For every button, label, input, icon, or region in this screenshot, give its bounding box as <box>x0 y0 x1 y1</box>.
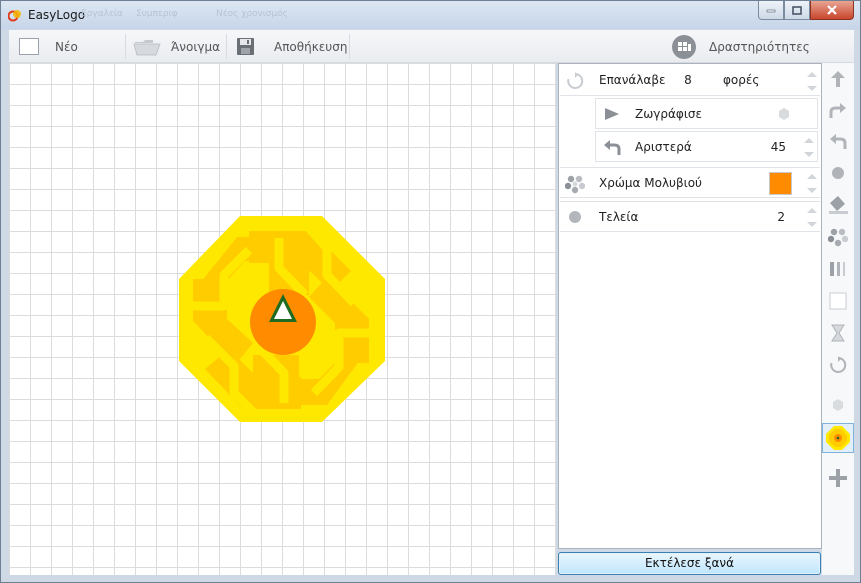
turn-right-command[interactable] <box>822 96 854 126</box>
hexagon-icon <box>833 399 843 411</box>
program-panel: Επανάλαβε 8 φορές Ζωγράφισε Αριστερά 45 <box>558 63 822 549</box>
play-icon <box>605 108 619 120</box>
dot-label: Τελεία <box>599 210 639 224</box>
procedure-command[interactable] <box>822 390 854 420</box>
pen-color-stepper[interactable] <box>807 170 817 196</box>
hourglass-icon <box>831 324 845 342</box>
repeat-suffix: φορές <box>723 73 760 87</box>
ghost-menu-item: Νέος χρονισμός <box>216 9 288 19</box>
arrow-up-icon <box>831 71 845 87</box>
turtle-drawing <box>179 216 385 422</box>
new-label: Νέο <box>55 39 78 54</box>
pen-color-swatch[interactable] <box>769 172 792 195</box>
status-bar <box>9 576 854 582</box>
repeat-command[interactable] <box>822 350 854 380</box>
pen-width-icon <box>830 262 845 276</box>
maximize-button[interactable] <box>784 1 810 20</box>
undo-icon <box>830 134 847 149</box>
dot-size-stepper[interactable] <box>807 204 817 230</box>
easylogo-app-icon <box>8 10 21 22</box>
run-again-button[interactable]: Εκτέλεσε ξανά <box>558 552 821 575</box>
left-turn-block[interactable]: Αριστερά 45 <box>595 131 818 162</box>
app-window: EasyLogo Εργαλεία Συμπεριφ Νέος χρονισμό… <box>0 0 861 583</box>
draw-block[interactable]: Ζωγράφισε <box>595 98 818 129</box>
save-button[interactable]: Αποθήκευση <box>236 30 347 63</box>
flower-procedure[interactable] <box>822 423 854 453</box>
activities-label: Δραστηριότητες <box>709 39 810 54</box>
blank-icon <box>829 292 847 310</box>
hexagon-icon <box>779 108 789 120</box>
close-button[interactable] <box>810 1 854 20</box>
left-angle-stepper[interactable] <box>804 134 814 160</box>
fill-command[interactable] <box>822 190 854 220</box>
turn-left-icon <box>604 140 621 155</box>
dot-icon <box>832 167 844 179</box>
toolbar-divider <box>226 34 227 59</box>
pen-color-block[interactable]: Χρώμα Μολυβιού <box>560 167 820 198</box>
window-title: EasyLogo <box>28 8 86 22</box>
maximize-icon <box>792 5 802 15</box>
dot-block[interactable]: Τελεία 2 <box>560 201 820 232</box>
pen-color-command[interactable] <box>822 222 854 252</box>
pen-width-command[interactable] <box>822 254 854 284</box>
repeat-stepper[interactable] <box>807 68 817 94</box>
repeat-icon <box>567 72 584 89</box>
repeat-count-field[interactable]: 8 <box>678 73 698 87</box>
toolbar-divider <box>349 34 350 59</box>
pen-color-label: Χρώμα Μολυβιού <box>599 176 702 190</box>
command-palette <box>822 63 854 575</box>
wait-command[interactable] <box>822 318 854 348</box>
minimize-button[interactable] <box>758 1 784 20</box>
dot-size-field[interactable]: 2 <box>760 210 785 224</box>
plus-icon <box>829 469 847 487</box>
open-label: Άνοιγμα <box>171 39 221 54</box>
folder-icon <box>133 39 161 55</box>
window-controls <box>758 1 854 21</box>
floppy-disk-icon <box>237 38 254 55</box>
colors-icon <box>565 175 585 194</box>
draw-label: Ζωγράφισε <box>635 107 702 121</box>
save-label: Αποθήκευση <box>274 39 348 54</box>
minimize-icon <box>766 9 776 13</box>
add-procedure-button[interactable] <box>822 463 854 493</box>
redo-icon <box>829 103 846 118</box>
dot-icon <box>569 211 581 223</box>
activities-icon <box>672 34 696 59</box>
turn-left-command[interactable] <box>822 127 854 157</box>
repeat-icon <box>830 356 847 373</box>
forward-command[interactable] <box>822 64 854 94</box>
ghost-menu-item: Εργαλεία <box>81 9 123 19</box>
colors-icon <box>828 228 848 247</box>
toolbar: Νέο Άνοιγμα Αποθήκευση Δραστηριότητες <box>9 30 854 63</box>
activities-button[interactable]: Δραστηριότητες <box>671 30 810 63</box>
flower-icon <box>826 426 850 450</box>
new-document-icon <box>19 38 39 55</box>
new-button[interactable]: Νέο <box>19 30 78 63</box>
ghost-menu-item: Συμπεριφ <box>136 9 178 19</box>
fill-icon <box>829 196 848 214</box>
left-label: Αριστερά <box>635 140 692 154</box>
dot-command[interactable] <box>822 158 854 188</box>
toolbar-divider <box>125 34 126 59</box>
drawing-canvas[interactable] <box>9 63 556 575</box>
title-bar: EasyLogo Εργαλεία Συμπεριφ Νέος χρονισμό… <box>1 1 860 29</box>
left-angle-field[interactable]: 45 <box>756 140 786 154</box>
open-button[interactable]: Άνοιγμα <box>133 30 220 63</box>
close-icon <box>827 5 837 15</box>
blank-command[interactable] <box>822 286 854 316</box>
repeat-label: Επανάλαβε <box>599 73 666 87</box>
repeat-block[interactable]: Επανάλαβε 8 φορές <box>560 65 820 96</box>
